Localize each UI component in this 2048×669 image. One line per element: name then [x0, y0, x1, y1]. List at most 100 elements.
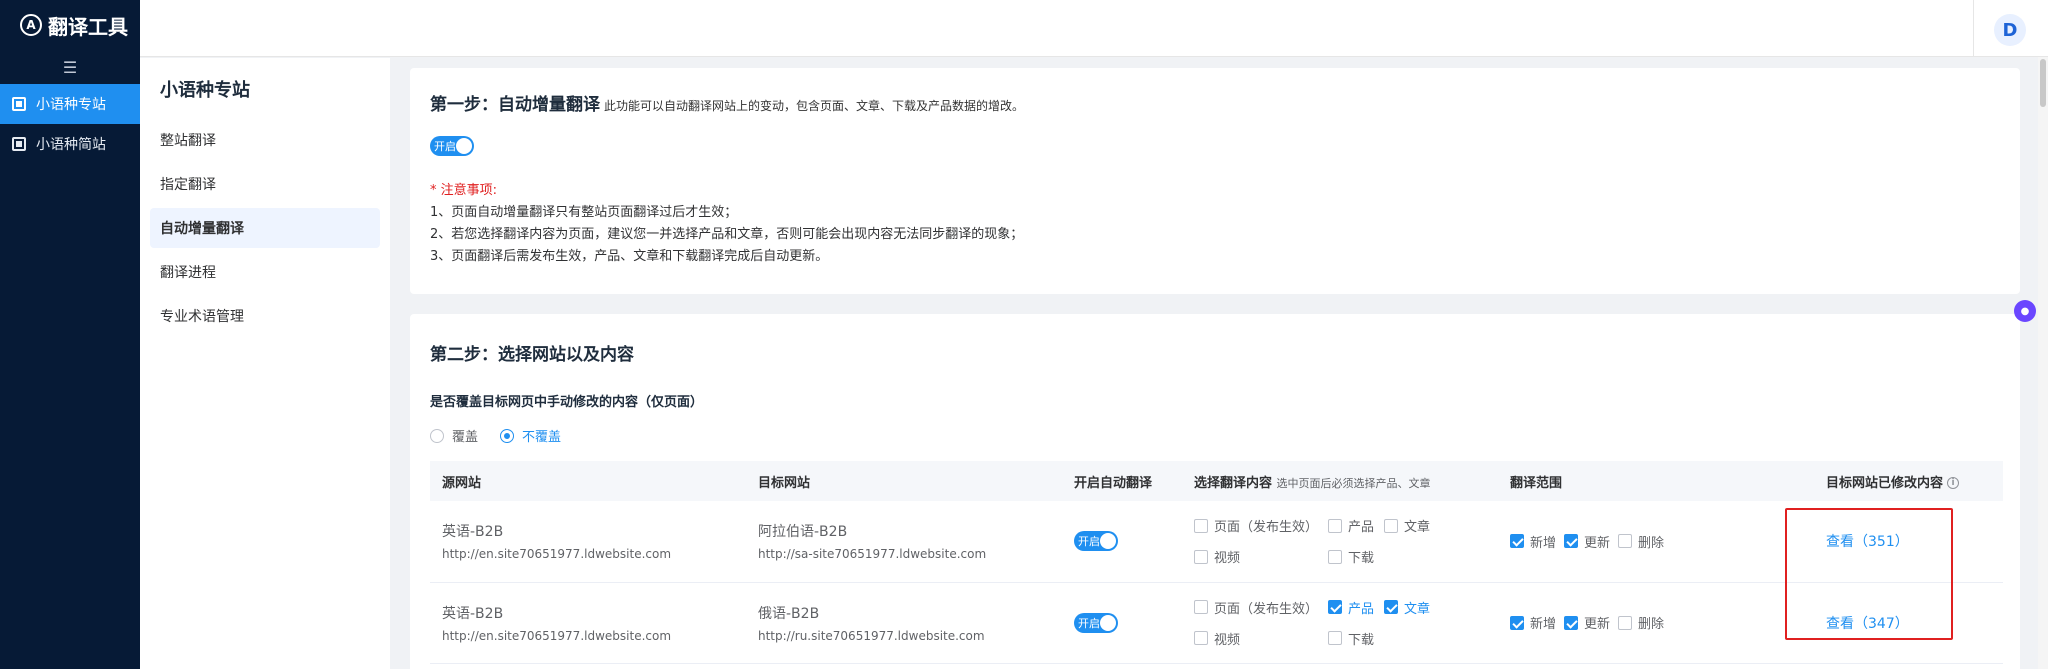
checkbox-download[interactable]: 下载 [1328, 547, 1374, 566]
checkbox-update[interactable]: 更新 [1564, 532, 1610, 551]
col-target: 目标网站 [746, 461, 1062, 501]
brand-title: 翻译工具 [48, 14, 128, 39]
checkbox-box [1618, 534, 1633, 549]
checkbox-box [1194, 631, 1208, 645]
divider [1973, 0, 1974, 57]
site-icon [12, 137, 26, 151]
checkbox-label: 产品 [1348, 601, 1375, 617]
sub-navigation: 小语种专站 整站翻译 指定翻译 自动增量翻译 翻译进程 专业术语管理 [140, 58, 390, 669]
logo-icon: A [20, 14, 42, 36]
notes-title: * 注意事项: [430, 183, 498, 198]
auto-translate-toggle[interactable]: 开启 [430, 136, 474, 156]
checkbox-box [1384, 600, 1399, 614]
auto-cell: 开启 [1062, 582, 1182, 664]
checkbox-download[interactable]: 下载 [1328, 629, 1374, 648]
sidebar-item-label: 小语种专站 [36, 97, 106, 113]
source-name: 英语-B2B [442, 524, 504, 541]
checkbox-label: 更新 [1584, 617, 1611, 632]
sidebar-item-minor-language-simple[interactable]: 小语种简站 [0, 124, 140, 164]
checkbox-label: 文章 [1404, 601, 1431, 617]
step2-title: 第二步：选择网站以及内容 [430, 345, 634, 365]
checkbox-box [1194, 600, 1208, 614]
target-cell: 俄语-B2B http://ru.site70651977.ldwebsite.… [746, 582, 1062, 664]
source-url: http://en.site70651977.ldwebsite.com [442, 547, 672, 562]
checkbox-box [1194, 549, 1208, 564]
row-auto-toggle[interactable]: 开启 [1074, 531, 1118, 552]
subnav-title: 小语种专站 [160, 80, 250, 101]
checkbox-delete[interactable]: 删除 [1618, 532, 1664, 551]
table-row: 英语-B2B http://en.site70651977.ldwebsite.… [430, 501, 2003, 583]
checkbox-article[interactable]: 文章 [1384, 516, 1430, 535]
notes: * 注意事项: 1、页面自动增量翻译只有整站页面翻译过后才生效； 2、若您选择翻… [430, 180, 2000, 268]
subnav-item-progress[interactable]: 翻译进程 [150, 252, 380, 292]
step1-title: 第一步：自动增量翻译 此功能可以自动翻译网站上的变动，包含页面、文章、下载及产品数… [430, 90, 2000, 115]
col-auto: 开启自动翻译 [1062, 461, 1182, 501]
step1-description: 此功能可以自动翻译网站上的变动，包含页面、文章、下载及产品数据的增改。 [604, 99, 1025, 113]
radio-override[interactable]: 覆盖 [430, 426, 478, 445]
step1-card: 第一步：自动增量翻译 此功能可以自动翻译网站上的变动，包含页面、文章、下载及产品数… [410, 68, 2020, 294]
scrollbar[interactable] [2038, 57, 2048, 669]
subnav-item-full-site[interactable]: 整站翻译 [150, 120, 380, 160]
checkbox-add[interactable]: 新增 [1510, 613, 1556, 632]
menu-collapse-icon[interactable]: ☰ [0, 50, 140, 84]
info-icon[interactable]: i [1947, 477, 1960, 489]
checkbox-label: 文章 [1404, 520, 1431, 536]
scrollbar-thumb[interactable] [2040, 59, 2046, 107]
checkbox-label: 新增 [1530, 535, 1557, 551]
checkbox-product[interactable]: 产品 [1328, 598, 1374, 617]
assistant-float-icon[interactable]: ● [2014, 300, 2036, 322]
radio-label: 覆盖 [452, 430, 479, 445]
checkbox-product[interactable]: 产品 [1328, 516, 1374, 535]
subnav-item-terminology[interactable]: 专业术语管理 [150, 296, 380, 336]
source-name: 英语-B2B [442, 605, 504, 622]
checkbox-page[interactable]: 页面（发布生效） [1194, 516, 1318, 535]
radio-no-override[interactable]: 不覆盖 [500, 426, 561, 445]
row-auto-toggle[interactable]: 开启 [1074, 612, 1118, 633]
avatar[interactable]: D [1994, 14, 2026, 46]
auto-cell: 开启 [1062, 501, 1182, 583]
site-table: 源网站 目标网站 开启自动翻译 选择翻译内容 选中页面后必须选择产品、文章 翻译… [430, 461, 2003, 664]
checkbox-page[interactable]: 页面（发布生效） [1194, 598, 1318, 617]
note-item: 3、页面翻译后需发布生效，产品、文章和下载翻译完成后自动更新。 [430, 249, 829, 264]
site-icon [12, 97, 26, 111]
range-cell: 新增 更新 删除 [1498, 501, 1814, 583]
table-header-row: 源网站 目标网站 开启自动翻译 选择翻译内容 选中页面后必须选择产品、文章 翻译… [430, 461, 2003, 501]
checkbox-label: 下载 [1348, 551, 1375, 567]
checkbox-box [1618, 615, 1633, 630]
checkbox-box [1328, 631, 1343, 645]
checkbox-add[interactable]: 新增 [1510, 532, 1556, 551]
target-cell: 阿拉伯语-B2B http://sa-site70651977.ldwebsit… [746, 501, 1062, 583]
checkbox-box [1510, 534, 1524, 549]
checkbox-label: 视频 [1214, 551, 1241, 567]
col-content: 选择翻译内容 选中页面后必须选择产品、文章 [1182, 461, 1498, 501]
col-modified-label: 目标网站已修改内容 [1826, 475, 1944, 491]
col-content-hint: 选中页面后必须选择产品、文章 [1276, 476, 1431, 490]
checkbox-update[interactable]: 更新 [1564, 613, 1610, 632]
checkbox-video[interactable]: 视频 [1194, 547, 1318, 566]
checkbox-box [1384, 518, 1399, 533]
checkbox-delete[interactable]: 删除 [1618, 613, 1664, 632]
target-url: http://sa-site70651977.ldwebsite.com [758, 547, 987, 562]
checkbox-label: 删除 [1638, 535, 1665, 551]
note-item: 2、若您选择翻译内容为页面，建议您一并选择产品和文章，否则可能会出现内容无法同步… [430, 227, 1024, 242]
col-source: 源网站 [430, 461, 746, 501]
checkbox-label: 新增 [1530, 617, 1557, 632]
checkbox-box [1194, 518, 1208, 533]
checkbox-video[interactable]: 视频 [1194, 629, 1318, 648]
checkbox-article[interactable]: 文章 [1384, 598, 1430, 617]
subnav-item-specified[interactable]: 指定翻译 [150, 164, 380, 204]
subnav-item-auto-incremental[interactable]: 自动增量翻译 [150, 208, 380, 248]
checkbox-label: 视频 [1214, 632, 1241, 648]
checkbox-label: 下载 [1348, 632, 1375, 648]
brand[interactable]: A 翻译工具 [0, 0, 140, 50]
source-cell: 英语-B2B http://en.site70651977.ldwebsite.… [430, 582, 746, 664]
highlight-box [1785, 508, 1953, 640]
target-url: http://ru.site70651977.ldwebsite.com [758, 628, 985, 643]
top-bar: D [140, 0, 2048, 57]
sidebar-item-minor-language-pro[interactable]: 小语种专站 [0, 84, 140, 124]
radio-circle [500, 428, 515, 443]
checkbox-label: 删除 [1638, 617, 1665, 632]
radio-label: 不覆盖 [522, 430, 562, 445]
checkbox-label: 产品 [1348, 520, 1375, 536]
note-item: 1、页面自动增量翻译只有整站页面翻译过后才生效； [430, 205, 738, 220]
